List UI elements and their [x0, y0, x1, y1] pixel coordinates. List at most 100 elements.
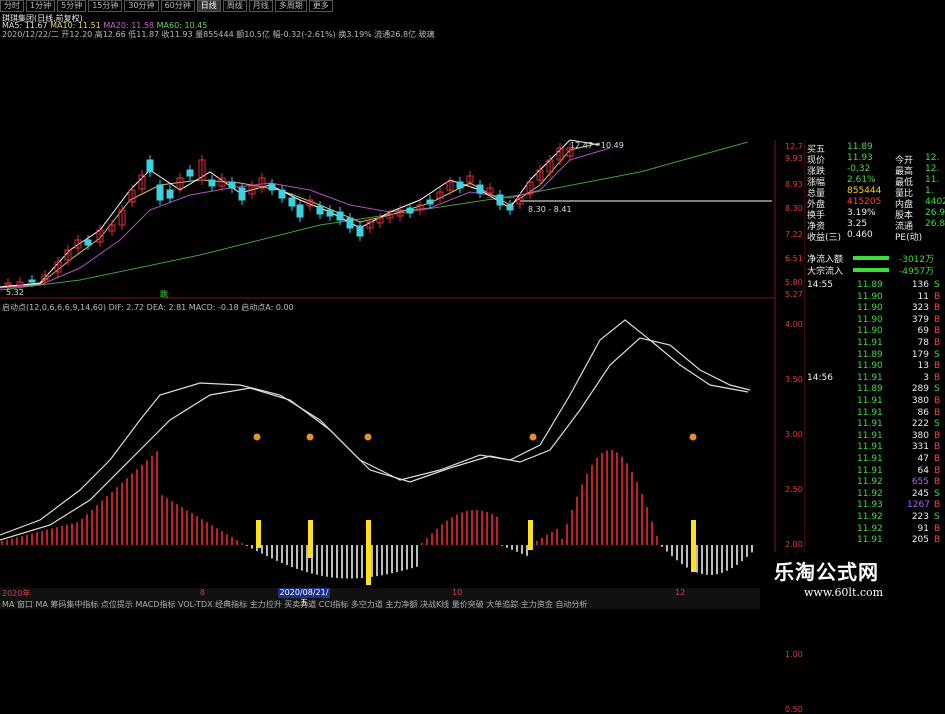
tick-volume: 69	[917, 326, 929, 337]
tick-direction: B	[934, 430, 941, 441]
quote-value: 11.89	[847, 142, 873, 152]
ma20-line	[0, 147, 611, 289]
tick-price: 11.90	[857, 314, 883, 325]
tick-price: 11.92	[857, 512, 883, 522]
tick-direction: B	[934, 500, 941, 511]
tick-row: 11.90 69 B	[807, 326, 945, 337]
tick-price: 11.89	[857, 280, 883, 290]
hand-pointer-icon	[364, 433, 372, 441]
quote-row: 现价 11.93 今开 12.	[807, 153, 945, 166]
quote-label: 收益(三)	[807, 233, 842, 243]
price-tick: 9.93	[785, 154, 803, 163]
tick-volume: 179	[911, 349, 929, 360]
candle-body	[166, 189, 174, 199]
quote-row: 换手 3.19% 股本 26.9	[807, 208, 945, 221]
tick-direction: B	[934, 407, 941, 418]
candle-body	[336, 211, 344, 221]
tick-volume: 222	[911, 419, 929, 430]
indicator-tick: 4.00	[785, 320, 803, 329]
price-tick: 12.7	[785, 142, 803, 151]
tick-row: 14:56 11.91 3 B	[807, 373, 945, 384]
quote-value2: 4402	[925, 197, 945, 207]
tick-row: 11.91 331 B	[807, 442, 945, 453]
indicator-tick: 2.00	[785, 540, 803, 549]
tick-row: 11.93 1267 B	[807, 500, 945, 511]
tick-price: 11.91	[857, 338, 883, 348]
tick-row: 11.91 86 B	[807, 408, 945, 419]
candle-body	[238, 187, 246, 201]
tick-row: 11.90 323 B	[807, 303, 945, 314]
tick-volume: 380	[911, 430, 929, 441]
quote-value2: 1.	[925, 186, 934, 196]
tick-direction: B	[934, 372, 941, 383]
date-cursor: 2020/08/21/五	[278, 588, 330, 607]
tick-volume: 3	[923, 372, 929, 383]
candle-body	[146, 159, 154, 173]
indicator-tabs[interactable]: MA 窗口 MA 筹码集中指标 点位提示 MACD指标 VOL-TDX 经典指标…	[2, 599, 587, 610]
hand-pointer-icon	[689, 433, 697, 441]
candle-body	[316, 205, 324, 215]
candle-body	[296, 204, 304, 218]
flow-value: -4957万	[899, 267, 935, 277]
tick-time: 14:55	[807, 280, 833, 290]
tick-volume: 64	[917, 465, 929, 476]
tick-row: 11.91 380 B	[807, 396, 945, 407]
candle-body	[278, 189, 286, 199]
tick-volume: 289	[911, 384, 929, 395]
tick-direction: B	[934, 314, 941, 325]
signal-bar	[528, 520, 533, 550]
indicator-tick: 2.50	[785, 485, 803, 494]
flow-bar	[853, 256, 889, 260]
tick-volume: 91	[917, 523, 929, 534]
tick-direction: S	[934, 280, 940, 290]
candle-body	[186, 169, 194, 177]
signal-bar	[256, 520, 261, 548]
candle-body	[84, 239, 92, 246]
tick-price: 11.90	[857, 361, 883, 372]
price-tick: 7.22	[785, 230, 803, 239]
tick-price: 11.91	[857, 430, 883, 441]
candle-body	[406, 207, 414, 214]
tick-row: 11.92 655 B	[807, 477, 945, 488]
quote-value2: 11.	[925, 175, 940, 185]
price-tick: 6.51	[785, 254, 803, 263]
tick-volume: 223	[911, 512, 929, 522]
tick-direction: B	[934, 396, 941, 406]
quote-row: 总量 855444 量比 1.	[807, 186, 945, 199]
quote-value: 855444	[847, 186, 882, 196]
quote-value: 2.61%	[847, 175, 876, 185]
tick-volume: 136	[911, 280, 929, 290]
tick-row: 11.91 222 S	[807, 419, 945, 430]
tick-volume: 1267	[907, 500, 930, 511]
hand-pointer-icon	[253, 433, 261, 441]
tick-price: 11.89	[857, 349, 883, 360]
indicator-tick: 3.00	[785, 430, 803, 439]
tick-row: 11.91 380 B	[807, 431, 945, 442]
tick-price: 11.91	[857, 372, 883, 383]
flow-row: 净流入额 -3012万	[807, 252, 945, 265]
tick-volume: 245	[911, 488, 929, 499]
tick-row: 11.90 379 B	[807, 315, 945, 326]
tick-volume: 78	[917, 338, 929, 348]
price-tick: 5.80	[785, 278, 803, 287]
tick-price: 11.92	[857, 477, 883, 488]
tick-price: 11.91	[857, 407, 883, 418]
candle-body	[268, 183, 276, 191]
tick-direction: B	[934, 361, 941, 372]
hand-pointer-icon	[306, 433, 314, 441]
tick-direction: B	[934, 442, 941, 453]
tick-price: 11.93	[857, 500, 883, 511]
bottom-bar: 2020年 8 2020/08/21/五 10 12 MA 窗口 MA 筹码集中…	[0, 588, 770, 609]
date-m1: 8	[200, 588, 206, 597]
tick-price: 11.91	[857, 465, 883, 476]
candle-body	[506, 204, 514, 211]
tick-time: 14:56	[807, 372, 833, 383]
tick-direction: B	[934, 535, 941, 546]
quote-value2: 26.8	[925, 219, 945, 229]
date-left: 2020年	[2, 589, 31, 598]
tick-volume: 13	[917, 361, 929, 372]
quote-row: 净资 3.25 流通 26.8	[807, 219, 945, 232]
tick-volume: 323	[911, 303, 929, 314]
tick-price: 11.91	[857, 535, 883, 546]
quote-value2: 26.9	[925, 208, 945, 218]
